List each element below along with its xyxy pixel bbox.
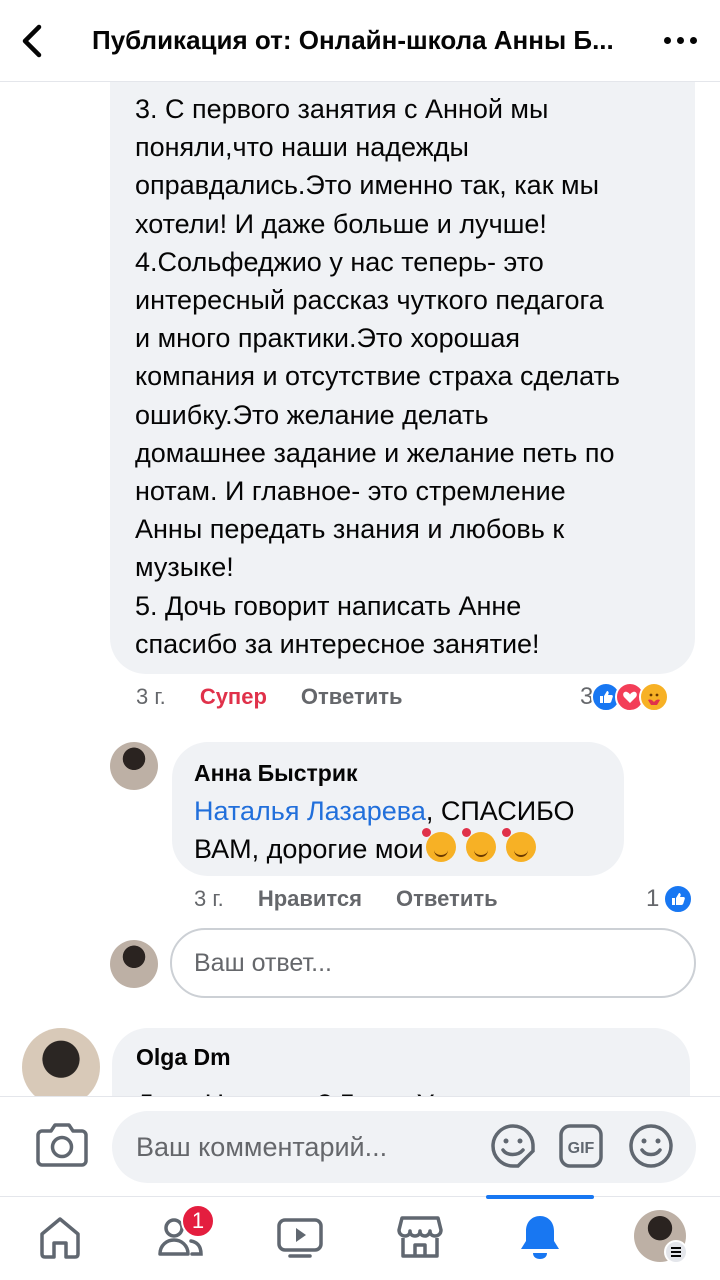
- sticker-icon: [491, 1124, 535, 1168]
- care-icon: [639, 682, 670, 712]
- smiling-face-with-hearts-icon: [421, 828, 456, 862]
- mention-link[interactable]: Наталья Лазарева: [194, 796, 426, 826]
- comment-reaction-summary[interactable]: 3: [580, 682, 670, 712]
- emoji-icon: [629, 1124, 673, 1168]
- gif-button[interactable]: GIF: [558, 1123, 604, 1169]
- reply-actions: 3 г. Нравится Ответить: [194, 886, 498, 912]
- comment-input[interactable]: Ваш комментарий... GIF: [112, 1111, 696, 1183]
- reaction-count: 1: [646, 885, 660, 912]
- page-title: Публикация от: Онлайн-школа Анны Б...: [92, 25, 614, 55]
- bottom-navigation: [0, 1195, 720, 1280]
- smiling-face-with-hearts-icon: [461, 828, 496, 862]
- nav-home[interactable]: [30, 1207, 90, 1267]
- camera-icon: [36, 1123, 88, 1167]
- nav-watch[interactable]: [270, 1207, 330, 1267]
- sticker-button[interactable]: [490, 1123, 536, 1169]
- reply-reaction-summary[interactable]: 1: [646, 884, 694, 914]
- active-tab-indicator: [486, 1195, 594, 1199]
- back-button[interactable]: [0, 0, 64, 82]
- svg-text:GIF: GIF: [568, 1140, 595, 1157]
- more-options-button[interactable]: [640, 0, 720, 82]
- reply-timestamp: 3 г.: [194, 886, 224, 911]
- emoji-button[interactable]: [628, 1123, 674, 1169]
- nav-notifications[interactable]: [510, 1207, 570, 1267]
- smiling-face-with-hearts-icon: [501, 828, 536, 862]
- notification-badge: 1: [181, 1204, 215, 1238]
- reaction-super-button[interactable]: Супер: [200, 684, 267, 710]
- notifications-icon: [521, 1216, 559, 1259]
- home-icon: [40, 1217, 80, 1259]
- comment-composer: Ваш комментарий... GIF: [0, 1096, 720, 1196]
- avatar[interactable]: [22, 1028, 100, 1106]
- like-icon: [663, 884, 694, 914]
- menu-icon: [664, 1240, 688, 1264]
- comment-actions: 3 г. Супер Ответить: [136, 684, 403, 710]
- more-horizontal-icon: [663, 37, 671, 44]
- avatar: [110, 940, 158, 988]
- avatar[interactable]: [110, 742, 158, 790]
- reply-text: Наталья Лазарева, СПАСИБО ВАМ, дорогие м…: [194, 792, 602, 868]
- marketplace-icon: [397, 1216, 443, 1258]
- comment-timestamp: 3 г.: [136, 684, 166, 709]
- nav-marketplace[interactable]: [390, 1207, 450, 1267]
- reply-bubble: Анна Быстрик Наталья Лазарева, СПАСИБО В…: [172, 742, 624, 876]
- comment-bubble: 3. С первого занятия с Анной мы поняли,ч…: [110, 60, 695, 674]
- reply-input[interactable]: Ваш ответ...: [170, 928, 696, 998]
- camera-button[interactable]: [36, 1121, 88, 1167]
- gif-icon: GIF: [559, 1124, 603, 1168]
- comment-author[interactable]: Olga Dm: [136, 1044, 666, 1071]
- top-bar: Публикация от: Онлайн-школа Анны Б...: [0, 0, 720, 82]
- chevron-left-icon: [22, 24, 42, 57]
- comment-reply-button[interactable]: Ответить: [301, 684, 403, 710]
- like-button[interactable]: Нравится: [258, 886, 362, 912]
- watch-icon: [277, 1218, 323, 1258]
- reply-author[interactable]: Анна Быстрик: [194, 758, 602, 788]
- comment-placeholder: Ваш комментарий...: [136, 1131, 388, 1162]
- reply-reply-button[interactable]: Ответить: [396, 886, 498, 912]
- comment-text: 3. С первого занятия с Анной мы поняли,ч…: [135, 94, 620, 659]
